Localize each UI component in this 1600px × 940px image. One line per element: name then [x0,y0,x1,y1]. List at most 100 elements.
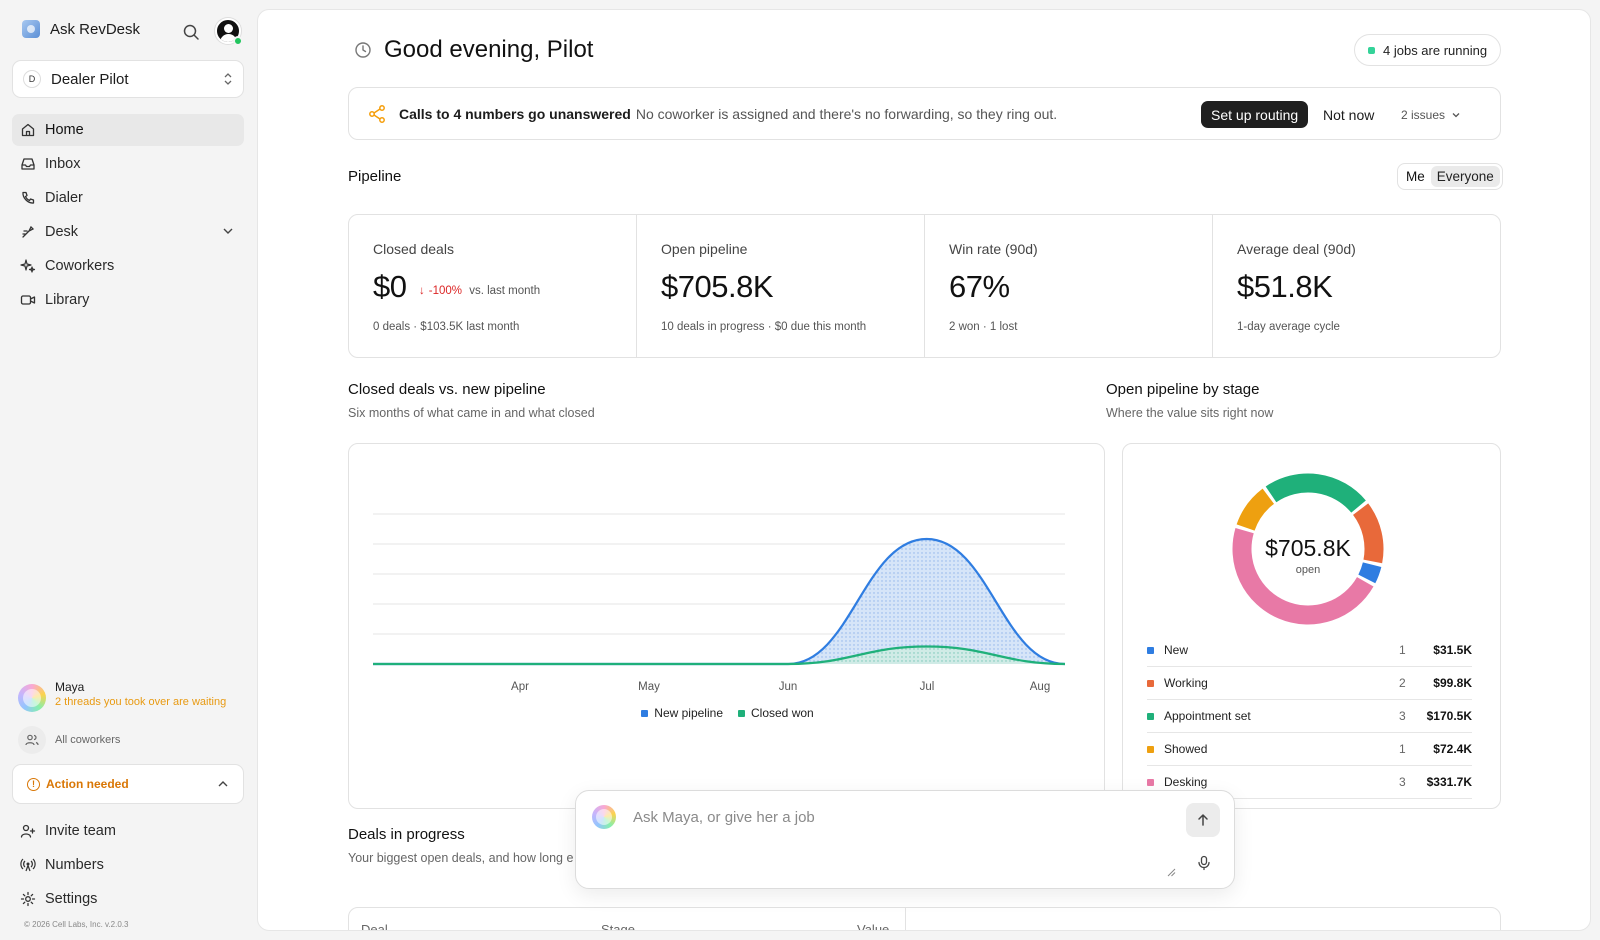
series-area-new-pipeline [373,539,1065,664]
column-header-stage[interactable]: Stage [601,922,635,930]
stage-value: $99.8K [1433,676,1472,690]
x-tick-label: Aug [1030,681,1050,693]
home-icon [21,123,35,137]
inbox-icon [21,158,35,170]
donut-center-value: $705.8K [1265,535,1351,561]
action-needed-panel[interactable]: ! Action needed [12,764,244,804]
stage-value: $31.5K [1433,643,1472,657]
chevron-down-icon [1452,112,1460,117]
donut-slice-showed[interactable] [1236,488,1275,532]
nav-item-home[interactable]: Home [12,114,244,146]
kpi-cards: Closed deals $0 ↓ -100% vs. last month 0 … [348,214,1501,358]
donut-slice-working[interactable] [1352,503,1384,564]
kpi-value: $51.8K [1237,269,1333,304]
area-chart-title: Closed deals vs. new pipeline [348,381,546,398]
kpi-closed-deals[interactable]: Closed deals $0 ↓ -100% vs. last month 0 … [349,215,637,357]
pipeline-title: Pipeline [348,168,402,185]
users-icon [18,726,46,754]
column-header-value[interactable]: Value [857,922,889,930]
stage-name: Showed [1164,742,1208,756]
nav-label: Library [45,292,90,308]
resize-handle-icon[interactable] [1167,868,1176,877]
nav-item-dialer[interactable]: Dialer [12,182,244,214]
nav-label: Inbox [45,156,81,172]
nav-item-numbers[interactable]: Numbers [12,849,244,881]
app-brand[interactable]: Ask RevDesk [22,20,140,38]
jobs-running-badge[interactable]: 4 jobs are running [1354,34,1502,66]
ask-maya-composer[interactable]: Ask Maya, or give her a job [575,790,1235,889]
nav-label: Settings [45,891,98,907]
clock-icon [355,42,371,58]
donut-slice-appointment-set[interactable] [1265,473,1366,513]
deals-table: Deal Stage Value [348,907,1501,930]
nav-item-settings[interactable]: Settings [12,883,244,915]
stage-value: $170.5K [1426,709,1472,723]
kpi-change-percent: -100% [428,285,462,297]
chevron-down-icon[interactable] [222,225,234,237]
page-title: Good evening, Pilot [384,36,594,63]
issues-dropdown[interactable]: 2 issues [1401,101,1461,128]
main-nav: Home Inbox Dialer Desk Coworkers Library [12,114,244,318]
stage-row-showed[interactable]: Showed 1 $72.4K [1147,733,1472,766]
area-chart: Apr May Jun Jul Aug [373,513,1066,693]
chevron-up-icon[interactable] [217,778,229,790]
search-icon[interactable] [182,23,200,41]
stage-value: $72.4K [1433,742,1472,756]
toggle-me[interactable]: Me [1400,166,1431,187]
nav-item-coworkers[interactable]: Coworkers [12,250,244,282]
nav-item-desk[interactable]: Desk [12,216,244,248]
kpi-note: 0 deals · $103.5K last month [373,321,520,333]
stage-swatch [1147,745,1154,753]
nav-item-library[interactable]: Library [12,284,244,316]
workspace-name: Dealer Pilot [51,70,129,88]
stage-row-new[interactable]: New 1 $31.5K [1147,634,1472,667]
x-tick-label: May [638,681,660,693]
stage-row-appointment-set[interactable]: Appointment set 3 $170.5K [1147,700,1472,733]
kpi-label: Average deal (90d) [1237,241,1356,257]
nav-item-inbox[interactable]: Inbox [12,148,244,180]
kpi-value: $705.8K [661,269,774,304]
arrow-up-icon [1198,814,1208,826]
sidebar: Ask RevDesk D Dealer Pilot Home Inbox Di… [0,0,256,940]
donut-slice-new[interactable] [1358,562,1382,584]
legend-label: New pipeline [654,706,723,720]
jobs-running-label: 4 jobs are running [1383,42,1488,58]
legend-new-pipeline: New pipeline [641,706,723,720]
all-coworkers-link[interactable]: All coworkers [18,726,120,754]
desk-icon [22,225,35,238]
legend-swatch [641,709,649,717]
maya-card[interactable]: Maya 2 threads you took over are waiting [18,676,248,716]
not-now-button[interactable]: Not now [1323,101,1374,128]
stage-value: $331.7K [1426,775,1472,789]
stage-swatch [1147,679,1154,687]
toggle-everyone[interactable]: Everyone [1430,166,1500,187]
kpi-label: Closed deals [373,241,454,257]
deals-title: Deals in progress [348,826,465,843]
kpi-win-rate[interactable]: Win rate (90d) 67% 2 won · 1 lost [925,215,1213,357]
set-up-routing-button[interactable]: Set up routing [1201,101,1309,128]
x-tick-label: Jun [779,681,798,693]
pipeline-scope-toggle[interactable]: Me Everyone [1397,163,1503,190]
stage-swatch [1147,712,1154,720]
kpi-open-pipeline[interactable]: Open pipeline $705.8K 10 deals in progre… [637,215,925,357]
nav-label: Invite team [45,823,116,839]
phone-icon [22,191,35,204]
legend-closed-won: Closed won [738,706,814,720]
nav-item-invite-team[interactable]: Invite team [12,815,244,847]
kpi-average-deal[interactable]: Average deal (90d) $51.8K 1-day average … [1213,215,1500,357]
stage-count: 1 [1399,742,1406,756]
issues-count: 2 issues [1401,107,1446,122]
workspace-switcher[interactable]: D Dealer Pilot [12,60,244,98]
microphone-icon[interactable] [1196,855,1212,871]
send-button[interactable] [1186,803,1220,837]
ask-input[interactable]: Ask Maya, or give her a job [633,809,815,826]
column-header-deal[interactable]: Deal [361,922,388,930]
arrow-down-icon: ↓ [419,285,425,297]
area-chart-subtitle: Six months of what came in and what clos… [348,406,595,420]
sparkles-icon [20,259,36,273]
gear-icon [20,891,36,907]
page-header: Good evening, Pilot [354,36,593,64]
stage-row-working[interactable]: Working 2 $99.8K [1147,667,1472,700]
user-plus-icon [20,824,36,838]
kpi-change: ↓ -100% vs. last month [419,285,540,297]
